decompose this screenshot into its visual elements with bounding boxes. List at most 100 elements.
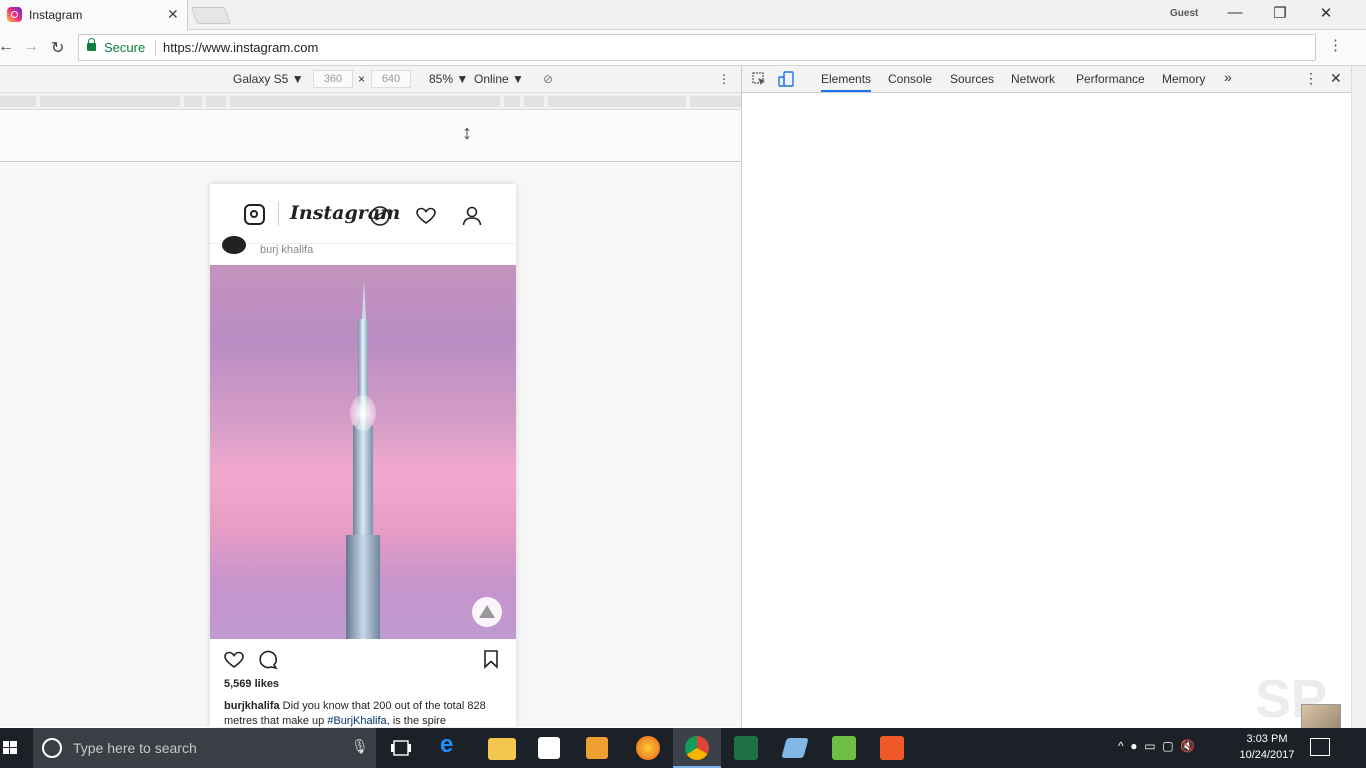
media-query-bar[interactable]	[40, 96, 180, 107]
network-select[interactable]: Online ▼	[474, 72, 524, 86]
forward-icon[interactable]: →	[23, 38, 39, 56]
caption-hashtag[interactable]: #BurjKhalifa	[327, 715, 386, 727]
clock-time: 3:03 PM	[1246, 733, 1288, 745]
cortana-icon	[42, 738, 62, 758]
brand-badge-icon	[472, 597, 502, 627]
address-toolbar: ← → ↻ Secure https://www.instagram.com ⋮	[0, 30, 1366, 66]
more-tabs-icon[interactable]: »	[1224, 69, 1232, 85]
search-placeholder: Type here to search	[73, 740, 197, 756]
tab-elements[interactable]: Elements	[821, 72, 872, 92]
bookmark-icon[interactable]	[482, 649, 500, 669]
restore-icon[interactable]: ❐	[1270, 4, 1290, 22]
media-query-bars	[0, 93, 741, 110]
media-player-icon[interactable]	[586, 737, 608, 759]
height-input[interactable]: 640	[371, 70, 411, 88]
camtasia-icon[interactable]	[832, 736, 856, 760]
tower-base	[346, 535, 380, 639]
media-query-bar[interactable]	[504, 96, 520, 107]
caption-username[interactable]: burjkhalifa	[224, 700, 280, 712]
clock[interactable]: 3:03 PM 10/24/2017	[1232, 731, 1302, 763]
reload-icon[interactable]: ↻	[51, 38, 64, 58]
like-count[interactable]: 5,569 likes	[224, 678, 279, 690]
tower-spire	[362, 279, 366, 319]
media-query-bar[interactable]	[206, 96, 226, 107]
clock-date: 10/24/2017	[1239, 749, 1295, 761]
devtools-close-icon[interactable]: ✕	[1330, 70, 1342, 87]
media-query-bar[interactable]	[524, 96, 544, 107]
media-query-bar[interactable]	[230, 96, 500, 107]
omnibox-divider	[155, 40, 156, 56]
device-mode-icon[interactable]	[778, 71, 794, 87]
media-query-bar[interactable]	[548, 96, 686, 107]
post-image[interactable]	[210, 265, 516, 639]
like-heart-icon[interactable]	[223, 649, 245, 671]
post-caption: burjkhalifa Did you know that 200 out of…	[224, 699, 504, 727]
task-view-icon[interactable]	[390, 739, 412, 757]
tab-network[interactable]: Network	[1011, 72, 1055, 86]
profile-icon[interactable]	[461, 205, 483, 227]
notepad-icon[interactable]	[781, 738, 809, 758]
profile-button[interactable]: Guest	[1170, 8, 1198, 19]
devtools-panel: Elements Console Sources Network Perform…	[741, 66, 1366, 728]
tab-bar: Instagram ✕ Guest — ❐ ✕	[0, 0, 1366, 30]
media-query-bar[interactable]	[184, 96, 202, 107]
store-icon[interactable]	[538, 737, 560, 759]
taskbar-search[interactable]: Type here to search 🎙	[33, 728, 376, 768]
viewport-top-area: ↕	[0, 110, 741, 162]
tab-title: Instagram	[29, 8, 83, 22]
comment-icon[interactable]	[257, 649, 279, 671]
width-input[interactable]: 360	[313, 70, 353, 88]
post-header: burj khalifa	[210, 236, 516, 265]
rotate-icon[interactable]: ⊘	[543, 72, 553, 86]
firefox-icon[interactable]	[636, 736, 660, 760]
back-icon[interactable]: ←	[0, 38, 14, 56]
tower-glow	[350, 395, 376, 431]
omnibox[interactable]: Secure https://www.instagram.com	[78, 34, 1316, 61]
minimize-icon[interactable]: —	[1225, 4, 1245, 21]
tab-sources[interactable]: Sources	[950, 72, 994, 86]
new-tab-button[interactable]	[190, 7, 232, 24]
post-username[interactable]: burj khalifa	[260, 244, 313, 256]
avatar[interactable]	[222, 236, 246, 254]
tab-console[interactable]: Console	[888, 72, 932, 86]
url-text[interactable]: https://www.instagram.com	[163, 40, 318, 55]
tab-performance[interactable]: Performance	[1076, 72, 1145, 86]
action-center-icon[interactable]	[1310, 738, 1330, 756]
devtools-toolbar: Elements Console Sources Network Perform…	[742, 66, 1351, 93]
tab-close-icon[interactable]: ✕	[167, 6, 179, 23]
secure-label: Secure	[104, 40, 146, 55]
windows-taskbar: Type here to search 🎙 e ^ ● ▭ ▢ 🔇 3:03 P…	[0, 728, 1366, 768]
devtools-menu-icon[interactable]: ⋮	[1304, 70, 1318, 87]
chrome-icon[interactable]	[685, 736, 709, 760]
zoom-select[interactable]: 85% ▼	[429, 72, 468, 86]
post-actions	[210, 639, 516, 679]
instagram-header: Instagram	[210, 184, 516, 244]
edge-icon[interactable]: e	[440, 731, 468, 759]
dimension-separator: ×	[358, 72, 366, 86]
instagram-mobile-page: Instagram burj khalifa 5,569 likes burjk…	[210, 184, 516, 727]
heart-icon[interactable]	[415, 205, 437, 227]
tab-memory[interactable]: Memory	[1162, 72, 1205, 86]
device-toolbar-menu-icon[interactable]: ⋮	[718, 72, 730, 86]
devtools-scrollbar[interactable]	[1351, 66, 1366, 728]
instagram-favicon-icon	[7, 7, 22, 22]
file-explorer-icon[interactable]	[488, 738, 516, 760]
header-divider	[278, 202, 279, 226]
window-close-icon[interactable]: ✕	[1316, 4, 1336, 22]
system-tray[interactable]: ^ ● ▭ ▢ 🔇	[1118, 739, 1195, 753]
media-query-bar[interactable]	[0, 96, 36, 107]
compass-icon[interactable]	[369, 205, 391, 227]
device-select[interactable]: Galaxy S5 ▼	[233, 72, 304, 86]
microphone-icon[interactable]: 🎙	[351, 738, 369, 755]
resize-handle-icon[interactable]: ↕	[462, 122, 472, 145]
media-query-bar[interactable]	[690, 96, 741, 107]
browser-tab[interactable]: Instagram ✕	[0, 0, 188, 30]
caption-text-end: , is the spire	[386, 715, 446, 727]
excel-icon[interactable]	[734, 736, 758, 760]
recorder-icon[interactable]	[880, 736, 904, 760]
browser-menu-icon[interactable]: ⋮	[1328, 36, 1343, 54]
inspect-element-icon[interactable]	[752, 72, 767, 87]
device-toolbar: Galaxy S5 ▼ 360 × 640 85% ▼ Online ▼ ⊘ ⋮	[0, 66, 741, 93]
camera-icon[interactable]	[244, 204, 265, 225]
lock-icon	[87, 38, 96, 51]
